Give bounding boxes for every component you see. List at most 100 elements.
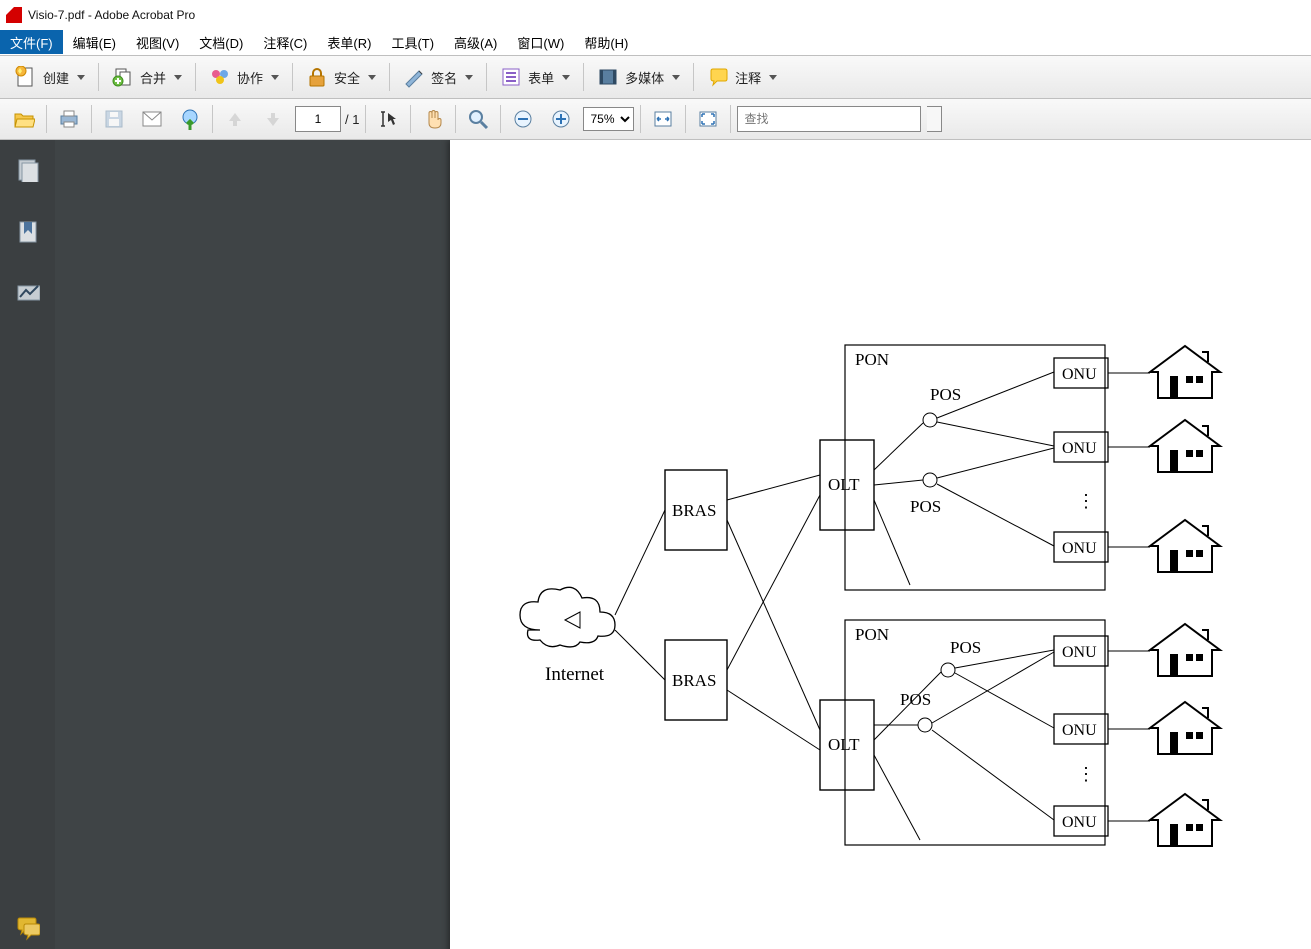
open-button[interactable] [8, 103, 40, 135]
navigation-pane [0, 140, 55, 949]
bookmarks-panel-icon[interactable] [16, 220, 40, 244]
menu-comment[interactable]: 注释(C) [253, 30, 317, 54]
find-dropdown[interactable] [927, 106, 942, 132]
floppy-disk-icon [104, 109, 124, 129]
collab-button[interactable]: 协作 [202, 62, 286, 92]
zoom-select[interactable]: 75% [583, 107, 634, 131]
separator [455, 105, 456, 133]
speech-bubble-icon [707, 66, 729, 88]
chevron-down-icon [77, 75, 85, 80]
menu-file[interactable]: 文件(F) [0, 30, 63, 54]
collab-label: 协作 [237, 68, 263, 87]
chevron-down-icon [672, 75, 680, 80]
separator [486, 63, 487, 91]
forms-label: 表单 [528, 68, 554, 87]
zoom-out-button[interactable] [507, 103, 539, 135]
onu-label-2: ONU [1062, 440, 1097, 457]
separator [91, 105, 92, 133]
page-total-label: / 1 [345, 112, 359, 127]
house-icon [1150, 346, 1220, 846]
menu-document[interactable]: 文档(D) [189, 30, 253, 54]
text-select-icon [377, 108, 399, 130]
form-list-icon [500, 66, 522, 88]
separator [685, 105, 686, 133]
select-tool-button[interactable] [372, 103, 404, 135]
separator [46, 105, 47, 133]
network-diagram: Internet BRAS BRAS OLT OLT [450, 140, 1311, 949]
separator [583, 63, 584, 91]
onu-label-3: ONU [1062, 540, 1097, 557]
chevron-down-icon [368, 75, 376, 80]
chevron-down-icon [174, 75, 182, 80]
merge-pages-icon [112, 66, 134, 88]
onu-label-4: ONU [1062, 644, 1097, 661]
upload-button[interactable] [174, 103, 206, 135]
lock-icon [306, 66, 328, 88]
separator [640, 105, 641, 133]
magnifier-icon [467, 108, 489, 130]
email-button[interactable] [136, 103, 168, 135]
fit-width-button[interactable] [647, 103, 679, 135]
globe-upload-icon [179, 108, 201, 130]
create-page-icon [15, 66, 37, 88]
document-viewport[interactable]: Internet BRAS BRAS OLT OLT [55, 140, 1311, 949]
find-input[interactable] [737, 106, 921, 132]
fullscreen-button[interactable] [692, 103, 724, 135]
page-up-button[interactable] [219, 103, 251, 135]
menu-tool[interactable]: 工具(T) [381, 30, 444, 54]
olt-label-1: OLT [828, 475, 860, 494]
pon-label-2: PON [855, 625, 889, 644]
chevron-down-icon [465, 75, 473, 80]
pon-label-1: PON [855, 350, 889, 369]
collab-people-icon [209, 66, 231, 88]
bras-label-2: BRAS [672, 671, 716, 690]
page-current-input[interactable] [295, 106, 341, 132]
signatures-panel-icon[interactable] [16, 282, 40, 306]
marquee-zoom-button[interactable] [462, 103, 494, 135]
separator [292, 63, 293, 91]
menu-edit[interactable]: 编辑(E) [63, 30, 126, 54]
toolbar-secondary: / 1 75% [0, 99, 1311, 140]
pages-panel-icon[interactable] [16, 158, 40, 182]
menu-window[interactable]: 窗口(W) [507, 30, 574, 54]
onu-label-5: ONU [1062, 722, 1097, 739]
sign-button[interactable]: 签名 [396, 62, 480, 92]
menu-view[interactable]: 视图(V) [126, 30, 189, 54]
menubar: 文件(F) 编辑(E) 视图(V) 文档(D) 注释(C) 表单(R) 工具(T… [0, 30, 1311, 55]
create-button[interactable]: 创建 [8, 62, 92, 92]
pos-label-1: POS [930, 385, 961, 404]
menu-form[interactable]: 表单(R) [317, 30, 381, 54]
window-title: Visio-7.pdf - Adobe Acrobat Pro [28, 8, 195, 22]
content-area: Internet BRAS BRAS OLT OLT [0, 140, 1311, 949]
hand-tool-button[interactable] [417, 103, 449, 135]
chevron-down-icon [271, 75, 279, 80]
vdots-1: ⋮ [1077, 491, 1095, 511]
create-label: 创建 [43, 68, 69, 87]
annot-label: 注释 [735, 68, 761, 87]
media-label: 多媒体 [625, 68, 664, 87]
forms-button[interactable]: 表单 [493, 62, 577, 92]
save-button[interactable] [98, 103, 130, 135]
comments-panel-icon[interactable] [16, 917, 40, 941]
zoom-in-button[interactable] [545, 103, 577, 135]
chevron-down-icon [769, 75, 777, 80]
page-down-button[interactable] [257, 103, 289, 135]
menu-help[interactable]: 帮助(H) [574, 30, 638, 54]
media-button[interactable]: 多媒体 [590, 62, 687, 92]
secure-button[interactable]: 安全 [299, 62, 383, 92]
pos-label-3: POS [950, 638, 981, 657]
print-button[interactable] [53, 103, 85, 135]
folder-open-icon [13, 109, 35, 129]
secure-label: 安全 [334, 68, 360, 87]
page-number-box: / 1 [295, 106, 359, 132]
pos-label-2: POS [910, 497, 941, 516]
chevron-down-icon [562, 75, 570, 80]
separator [212, 105, 213, 133]
separator [98, 63, 99, 91]
envelope-icon [141, 110, 163, 128]
arrow-up-icon [226, 110, 244, 128]
fit-width-icon [652, 109, 674, 129]
menu-advanced[interactable]: 高级(A) [444, 30, 507, 54]
annot-button[interactable]: 注释 [700, 62, 784, 92]
merge-button[interactable]: 合并 [105, 62, 189, 92]
